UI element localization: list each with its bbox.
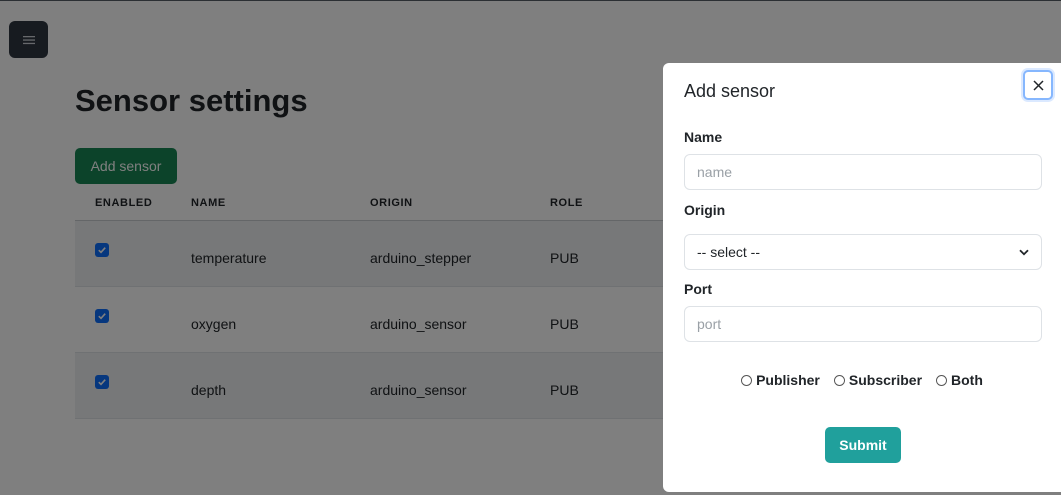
- port-input[interactable]: [684, 306, 1042, 342]
- close-button[interactable]: [1023, 70, 1053, 100]
- submit-button[interactable]: Submit: [825, 427, 901, 463]
- name-label: Name: [684, 129, 723, 145]
- radio-circle-icon: [741, 374, 753, 386]
- role-radio-label: Both: [951, 372, 983, 388]
- panel-title: Add sensor: [684, 81, 776, 101]
- chevron-down-icon: [1019, 249, 1029, 255]
- origin-select-value: -- select --: [697, 244, 760, 260]
- close-icon: [1032, 79, 1044, 91]
- origin-select[interactable]: -- select --: [684, 234, 1042, 270]
- role-radio-label: Publisher: [756, 372, 820, 388]
- role-radio-group: Publisher Subscriber Both: [663, 372, 1061, 388]
- add-sensor-panel: Add sensor Name Origin -- select -- Port…: [663, 63, 1061, 492]
- radio-circle-icon: [936, 374, 948, 386]
- radio-circle-icon: [833, 374, 845, 386]
- origin-label: Origin: [684, 202, 726, 218]
- role-radio-both[interactable]: Both: [936, 372, 983, 388]
- name-input[interactable]: [684, 154, 1042, 190]
- role-radio-label: Subscriber: [848, 372, 923, 388]
- port-label: Port: [684, 281, 712, 297]
- role-radio-publisher[interactable]: Publisher: [741, 372, 820, 388]
- role-radio-subscriber[interactable]: Subscriber: [833, 372, 923, 388]
